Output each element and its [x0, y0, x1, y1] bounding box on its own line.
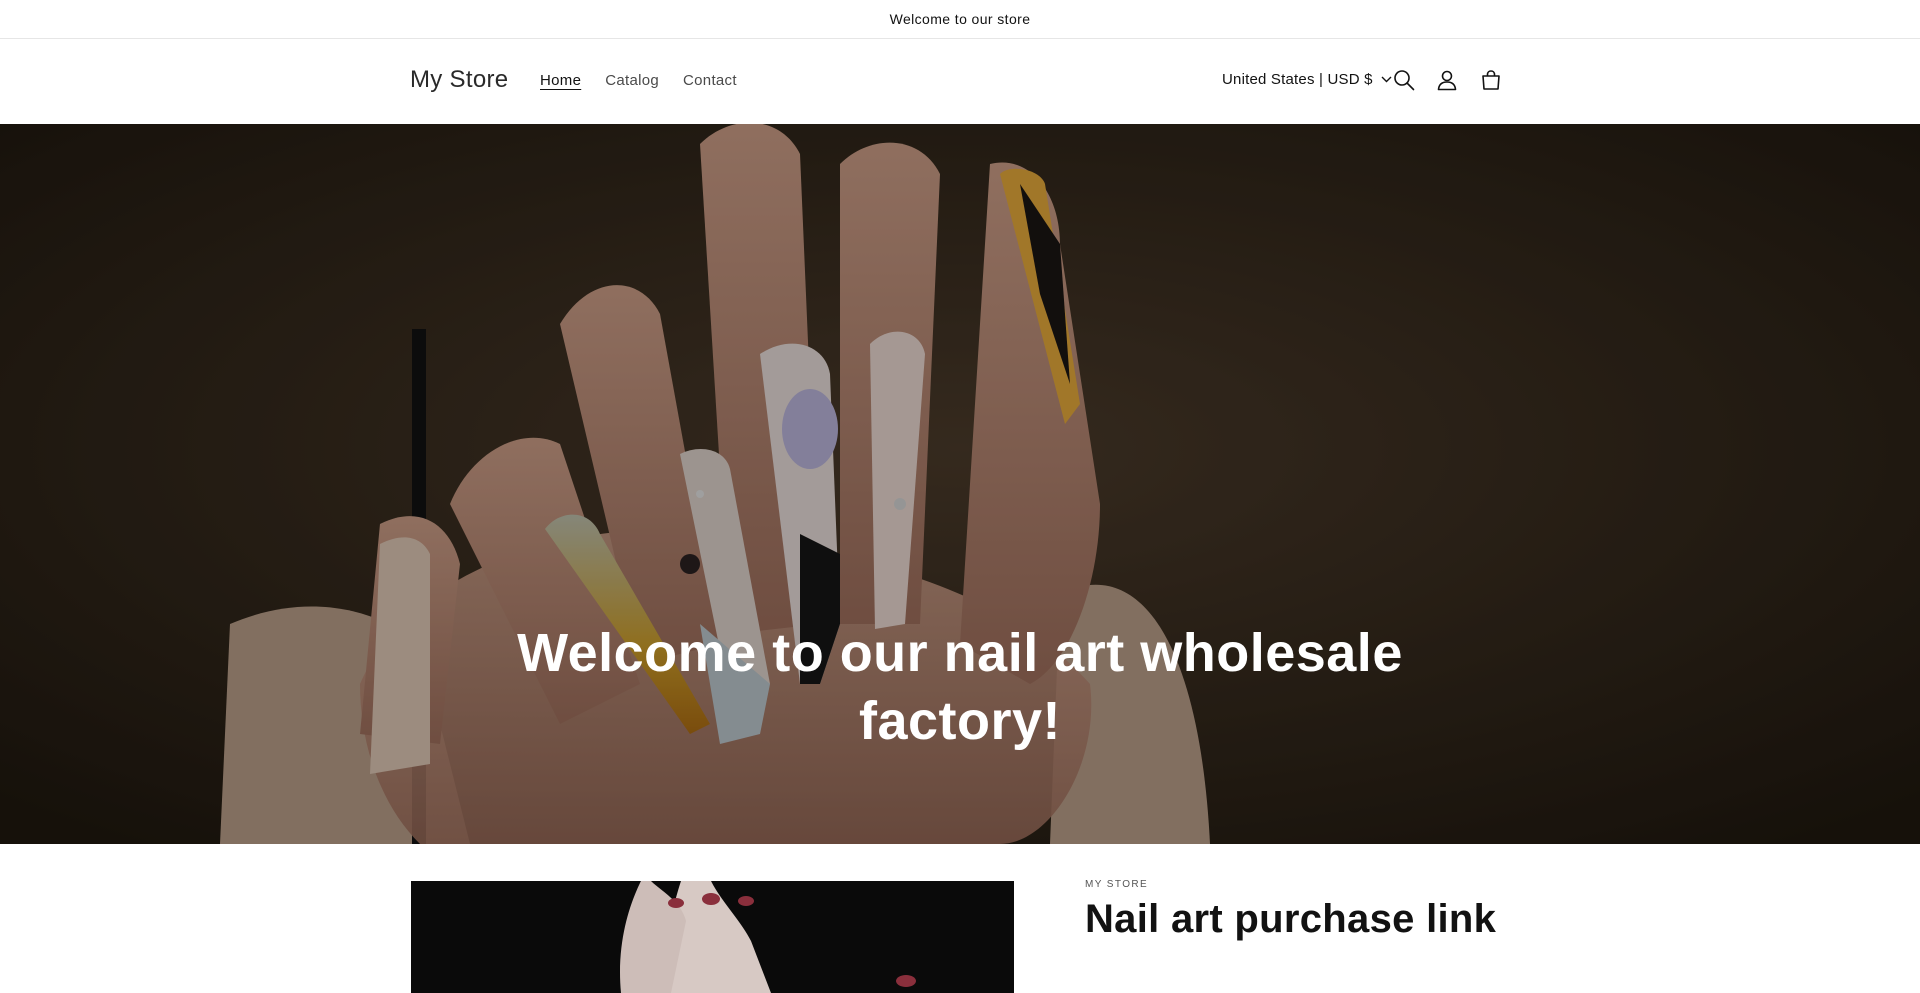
- account-button[interactable]: [1434, 67, 1460, 93]
- feature-image: [411, 881, 1014, 993]
- announcement-bar: Welcome to our store: [0, 0, 1920, 39]
- nav-home[interactable]: Home: [540, 72, 581, 89]
- feature-image-hands: [411, 881, 1014, 993]
- feature-title: Nail art purchase link: [1085, 897, 1497, 941]
- search-icon: [1394, 70, 1415, 91]
- search-button[interactable]: [1391, 67, 1417, 93]
- cart-button[interactable]: [1478, 67, 1504, 93]
- announcement-text: Welcome to our store: [889, 11, 1031, 27]
- hero-title: Welcome to our nail art wholesale factor…: [517, 623, 1403, 751]
- hero-banner: Welcome to our nail art wholesale factor…: [0, 124, 1920, 844]
- store-logo[interactable]: My Store: [410, 66, 508, 94]
- feature-subheading: MY STORE: [1085, 879, 1149, 890]
- nav-contact[interactable]: Contact: [683, 72, 737, 89]
- cart-icon: [1482, 70, 1500, 90]
- main-nav: Home Catalog Contact: [540, 72, 737, 89]
- site-header: My Store Home Catalog Contact United Sta…: [0, 39, 1920, 124]
- country-currency-selector[interactable]: United States | USD $: [1222, 71, 1392, 88]
- nav-catalog[interactable]: Catalog: [605, 72, 659, 89]
- country-currency-label: United States | USD $: [1222, 71, 1373, 88]
- account-icon: [1437, 70, 1457, 91]
